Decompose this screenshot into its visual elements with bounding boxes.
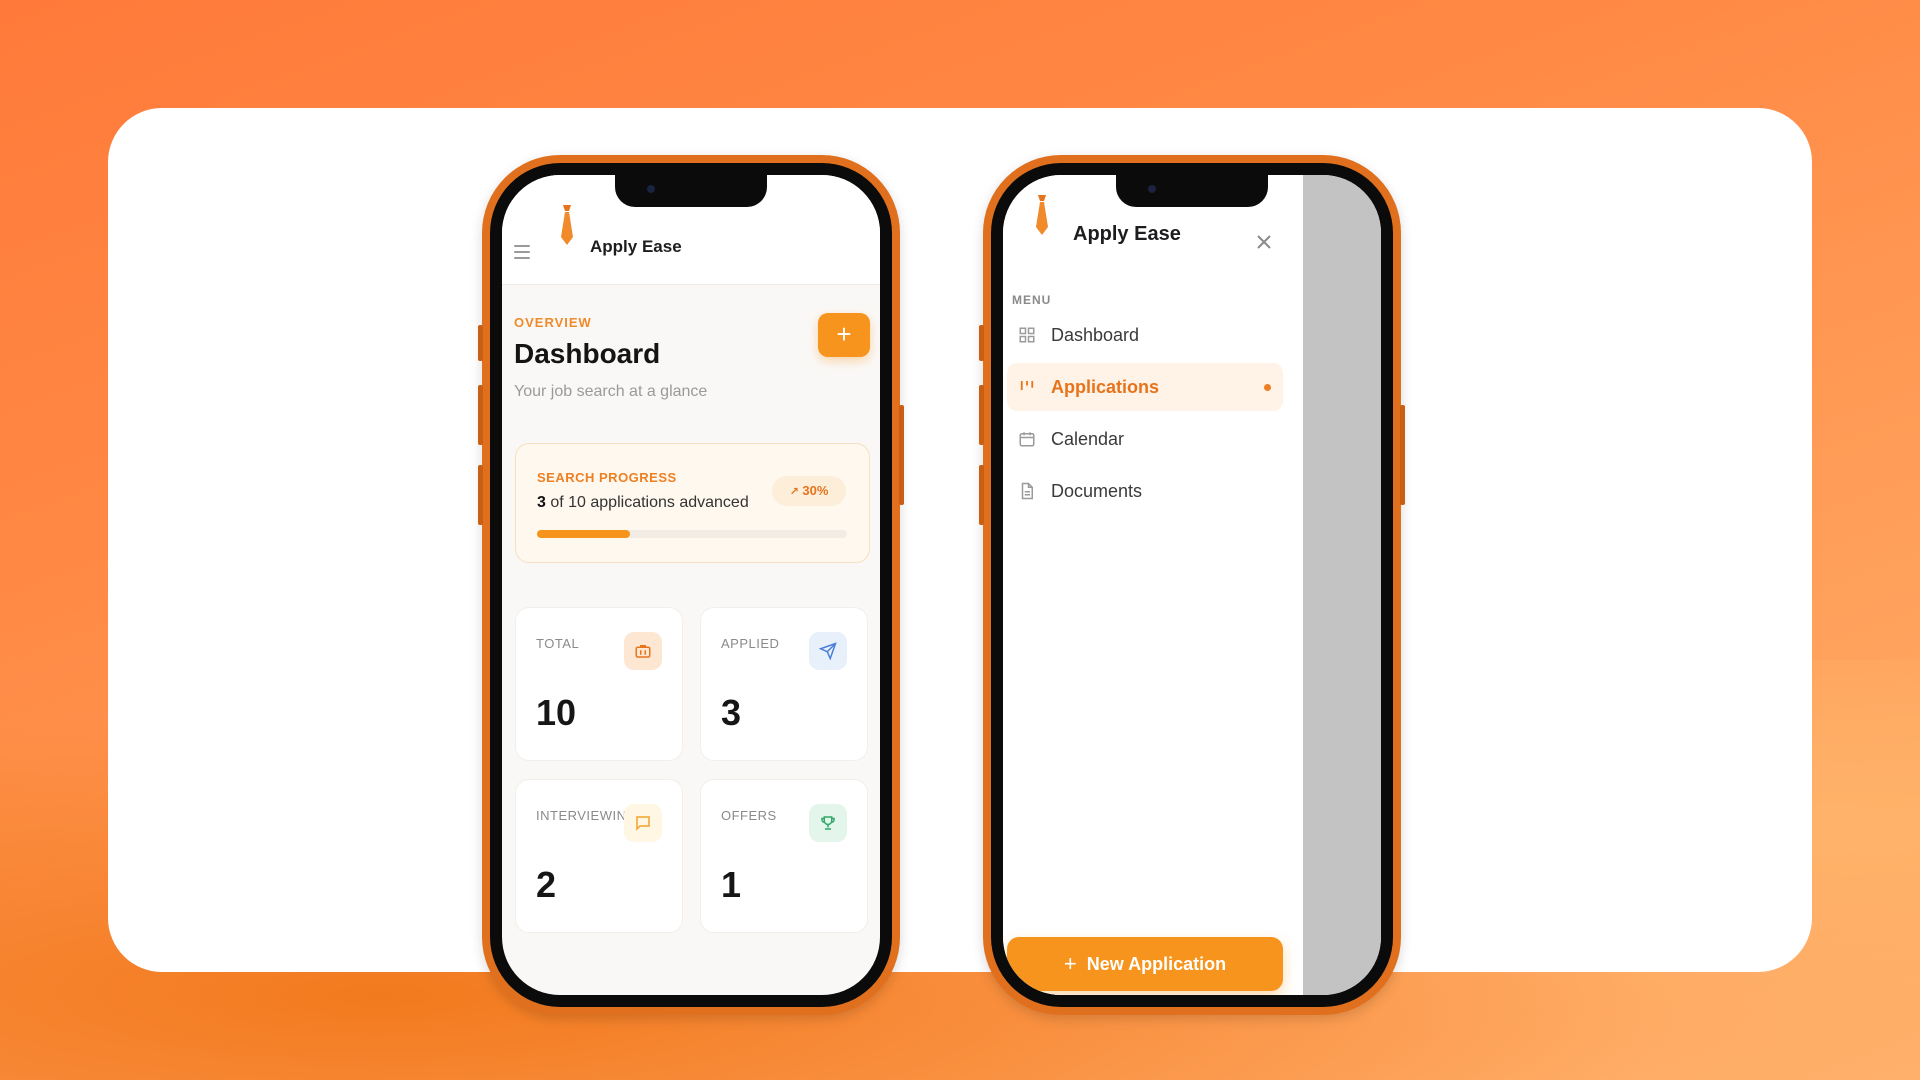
close-icon[interactable]: [1253, 231, 1275, 253]
navigation-drawer: Apply Ease MENU Dashboard Applications C…: [1003, 175, 1303, 995]
stat-card-interviewing[interactable]: INTERVIEWING 2: [515, 779, 683, 933]
nav-label: Dashboard: [1051, 324, 1140, 345]
apply-ease-logo: [1027, 193, 1057, 251]
trend-up-icon: ↗: [789, 486, 799, 498]
new-application-label: New Application: [1086, 953, 1227, 974]
stat-card-total[interactable]: TOTAL 10: [515, 607, 683, 761]
notch: [615, 175, 767, 207]
stat-value: 10: [536, 692, 577, 733]
side-button: [1400, 405, 1405, 505]
grid-icon: [1017, 325, 1037, 345]
progress-eyebrow: SEARCH PROGRESS: [537, 470, 677, 485]
briefcase-icon: [624, 632, 662, 670]
app-title: Apply Ease: [590, 237, 682, 256]
side-button: [478, 325, 483, 361]
side-button: [979, 325, 984, 361]
stat-value: 2: [536, 864, 557, 905]
stat-card-applied[interactable]: APPLIED 3: [700, 607, 868, 761]
menu-screen: Apply Ease MENU Dashboard Applications C…: [1003, 175, 1381, 995]
progress-badge: ↗ 30%: [772, 476, 846, 506]
side-button: [478, 465, 483, 525]
progress-bar: [537, 530, 847, 538]
page-title: Dashboard: [514, 338, 661, 369]
trophy-icon: [809, 804, 847, 842]
notch: [1116, 175, 1268, 207]
hamburger-menu-icon[interactable]: [514, 245, 530, 259]
showcase-card: [108, 108, 1812, 972]
drawer-overlay[interactable]: [1303, 175, 1381, 995]
stat-label: INTERVIEWING: [536, 808, 638, 823]
stat-label: TOTAL: [536, 636, 580, 651]
stat-label: APPLIED: [721, 636, 780, 651]
stat-card-offers[interactable]: OFFERS 1: [700, 779, 868, 933]
calendar-icon: [1017, 429, 1037, 449]
stat-value: 1: [721, 864, 742, 905]
add-application-button[interactable]: +: [818, 313, 870, 357]
stat-label: OFFERS: [721, 808, 777, 823]
kanban-icon: [1017, 377, 1037, 397]
new-application-button[interactable]: + New Application: [1007, 937, 1283, 991]
phone-menu: Apply Ease MENU Dashboard Applications C…: [979, 155, 1405, 1015]
overview-eyebrow: OVERVIEW: [514, 315, 592, 330]
progress-bar-fill: [537, 530, 630, 538]
drawer-app-title: Apply Ease: [1073, 223, 1181, 245]
active-indicator-dot: [1264, 384, 1271, 391]
side-button: [899, 405, 904, 505]
apply-ease-logo: [552, 203, 582, 261]
nav-label: Documents: [1051, 480, 1143, 501]
stat-value: 3: [721, 692, 742, 733]
document-icon: [1017, 481, 1037, 501]
nav-item-dashboard[interactable]: Dashboard: [1007, 311, 1283, 359]
nav-item-calendar[interactable]: Calendar: [1007, 415, 1283, 463]
side-button: [478, 385, 483, 445]
phone-dashboard: Apply Ease OVERVIEW Dashboard Your job s…: [478, 155, 904, 1015]
nav-item-applications[interactable]: Applications: [1007, 363, 1283, 411]
page-subtitle: Your job search at a glance: [514, 383, 708, 400]
search-progress-card: SEARCH PROGRESS 3 of 10 applications adv…: [515, 443, 870, 563]
nav-label: Applications: [1051, 376, 1160, 397]
chat-icon: [624, 804, 662, 842]
nav-label: Calendar: [1051, 428, 1125, 449]
side-button: [979, 465, 984, 525]
send-icon: [809, 632, 847, 670]
plus-icon: +: [1063, 951, 1077, 976]
menu-label: MENU: [1012, 293, 1052, 307]
dashboard-screen: Apply Ease OVERVIEW Dashboard Your job s…: [502, 175, 880, 995]
side-button: [979, 385, 984, 445]
nav-item-documents[interactable]: Documents: [1007, 467, 1283, 515]
progress-text: 3 of 10 applications advanced: [537, 494, 749, 511]
